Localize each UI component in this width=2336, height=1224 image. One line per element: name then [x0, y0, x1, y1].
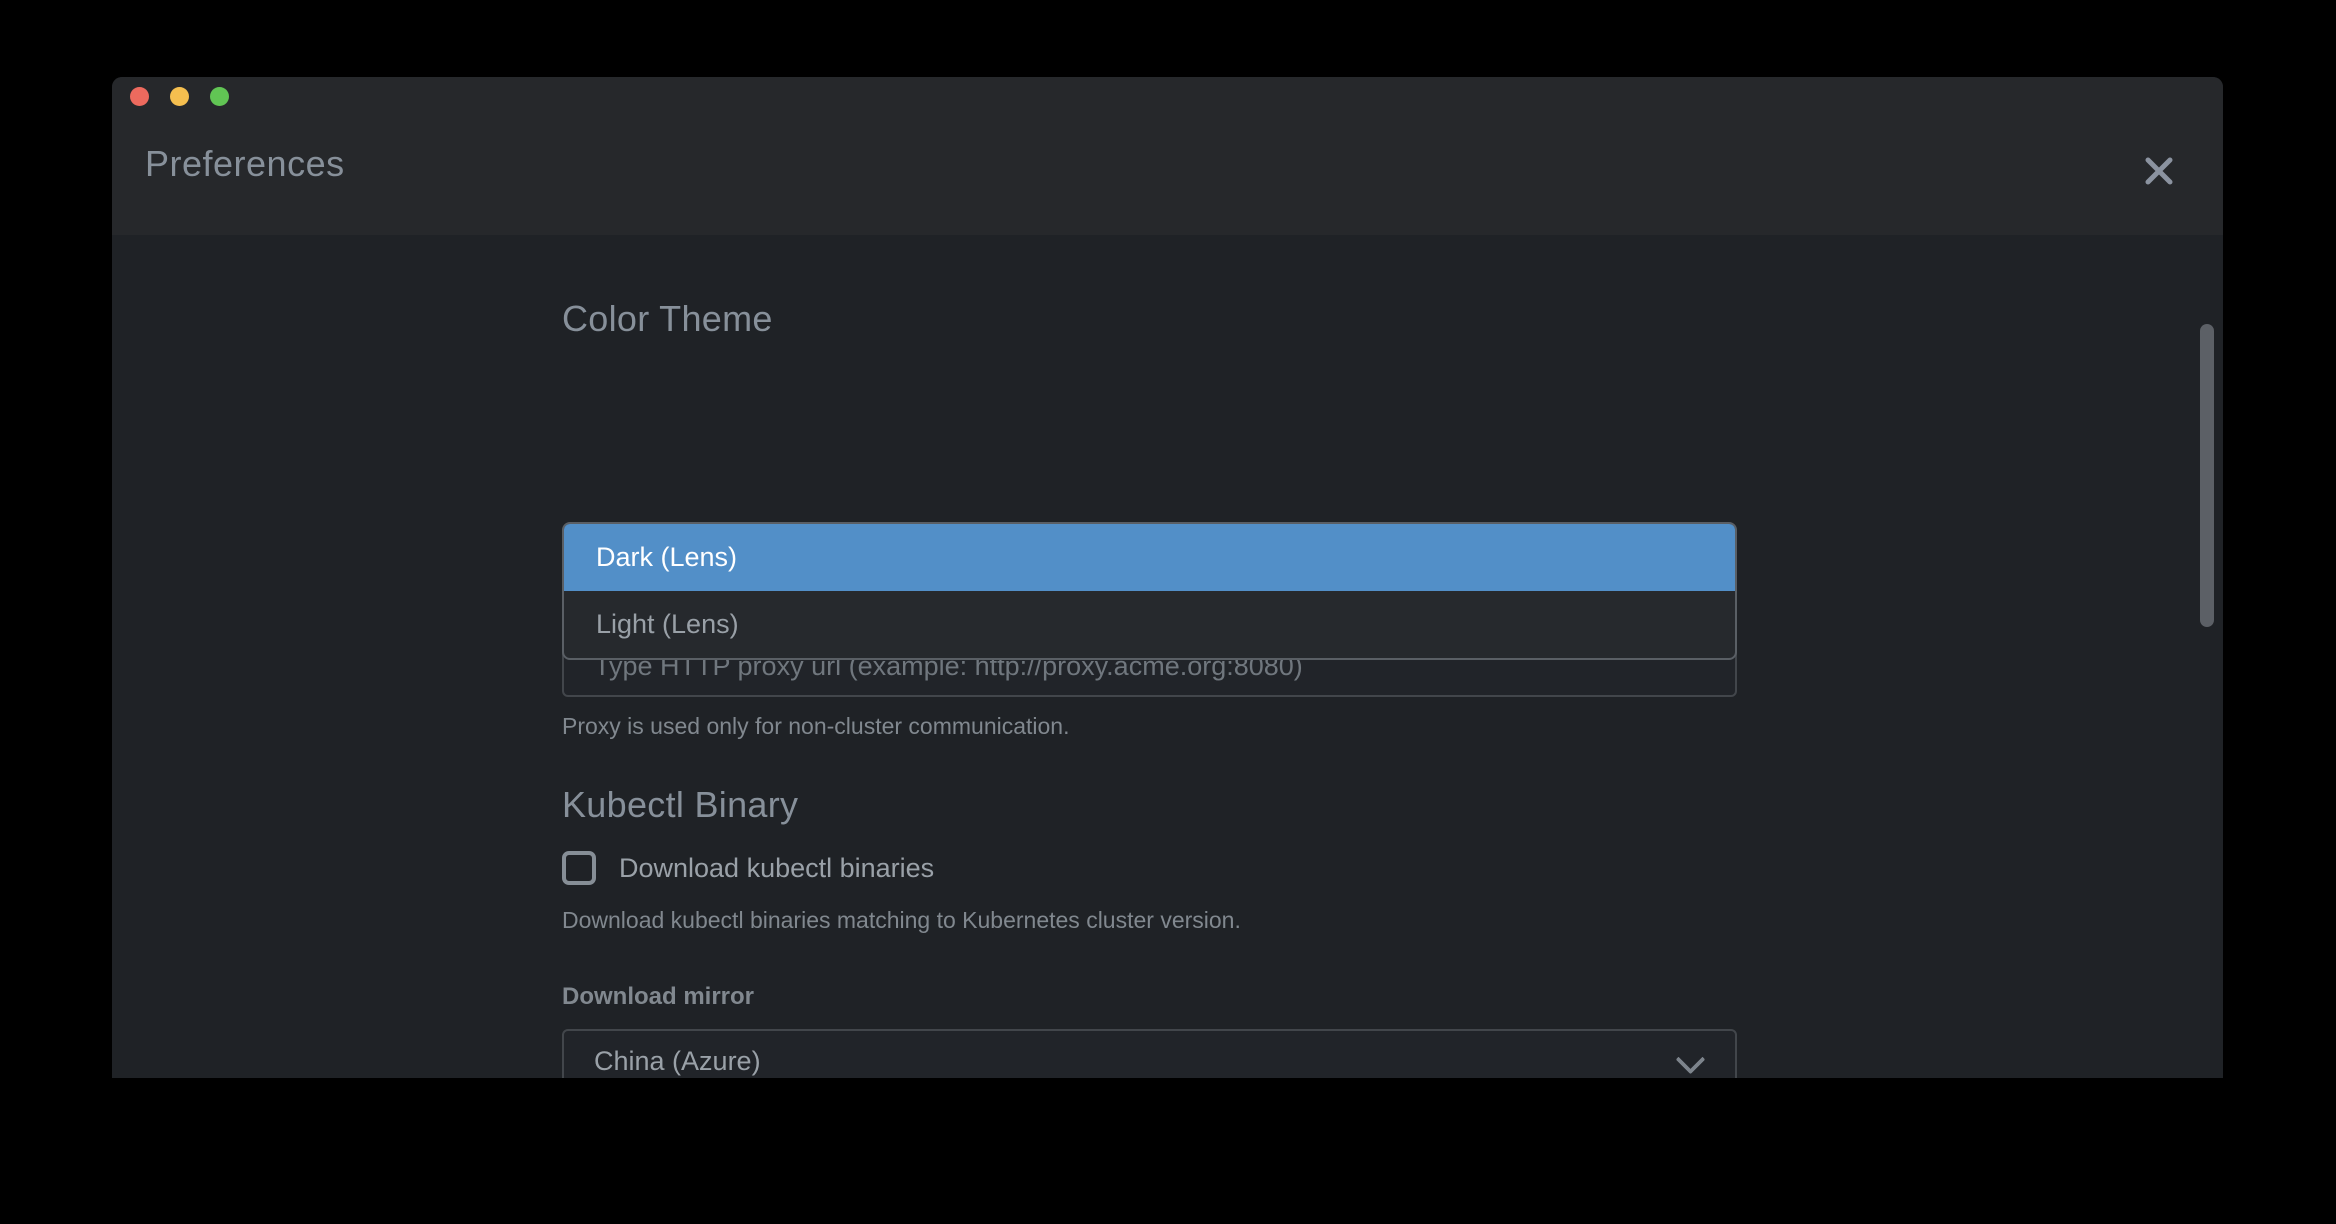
minimize-traffic-button[interactable]	[170, 87, 189, 106]
dropdown-option-light-lens[interactable]: Light (Lens)	[564, 591, 1735, 658]
traffic-lights	[130, 87, 229, 106]
download-mirror-select[interactable]: China (Azure)	[562, 1029, 1737, 1078]
dropdown-option-dark-lens[interactable]: Dark (Lens)	[564, 524, 1735, 591]
close-icon	[2139, 151, 2179, 191]
titlebar: Preferences	[112, 77, 2223, 235]
download-kubectl-hint: Download kubectl binaries matching to Ku…	[562, 907, 1241, 934]
download-mirror-select-value: China (Azure)	[594, 1031, 761, 1078]
preferences-content: Color Theme Dark (Lens) Type HTTP proxy …	[112, 235, 2223, 1078]
scrollbar-thumb[interactable]	[2200, 324, 2214, 627]
download-kubectl-checkbox-row[interactable]: Download kubectl binaries	[562, 851, 934, 885]
download-kubectl-label: Download kubectl binaries	[619, 853, 934, 884]
close-traffic-button[interactable]	[130, 87, 149, 106]
http-proxy-hint: Proxy is used only for non-cluster commu…	[562, 713, 1070, 740]
close-button[interactable]	[2137, 149, 2181, 193]
preferences-window: Preferences Color Theme Dark (Lens) Type…	[112, 77, 2223, 1078]
kubectl-binary-heading: Kubectl Binary	[562, 784, 798, 826]
zoom-traffic-button[interactable]	[210, 87, 229, 106]
color-theme-heading: Color Theme	[562, 298, 773, 340]
download-mirror-label: Download mirror	[562, 983, 754, 1011]
download-kubectl-checkbox[interactable]	[562, 851, 596, 885]
color-theme-dropdown: Dark (Lens) Light (Lens)	[562, 522, 1737, 660]
page-title: Preferences	[145, 143, 345, 185]
chevron-down-icon	[1676, 1045, 1706, 1075]
